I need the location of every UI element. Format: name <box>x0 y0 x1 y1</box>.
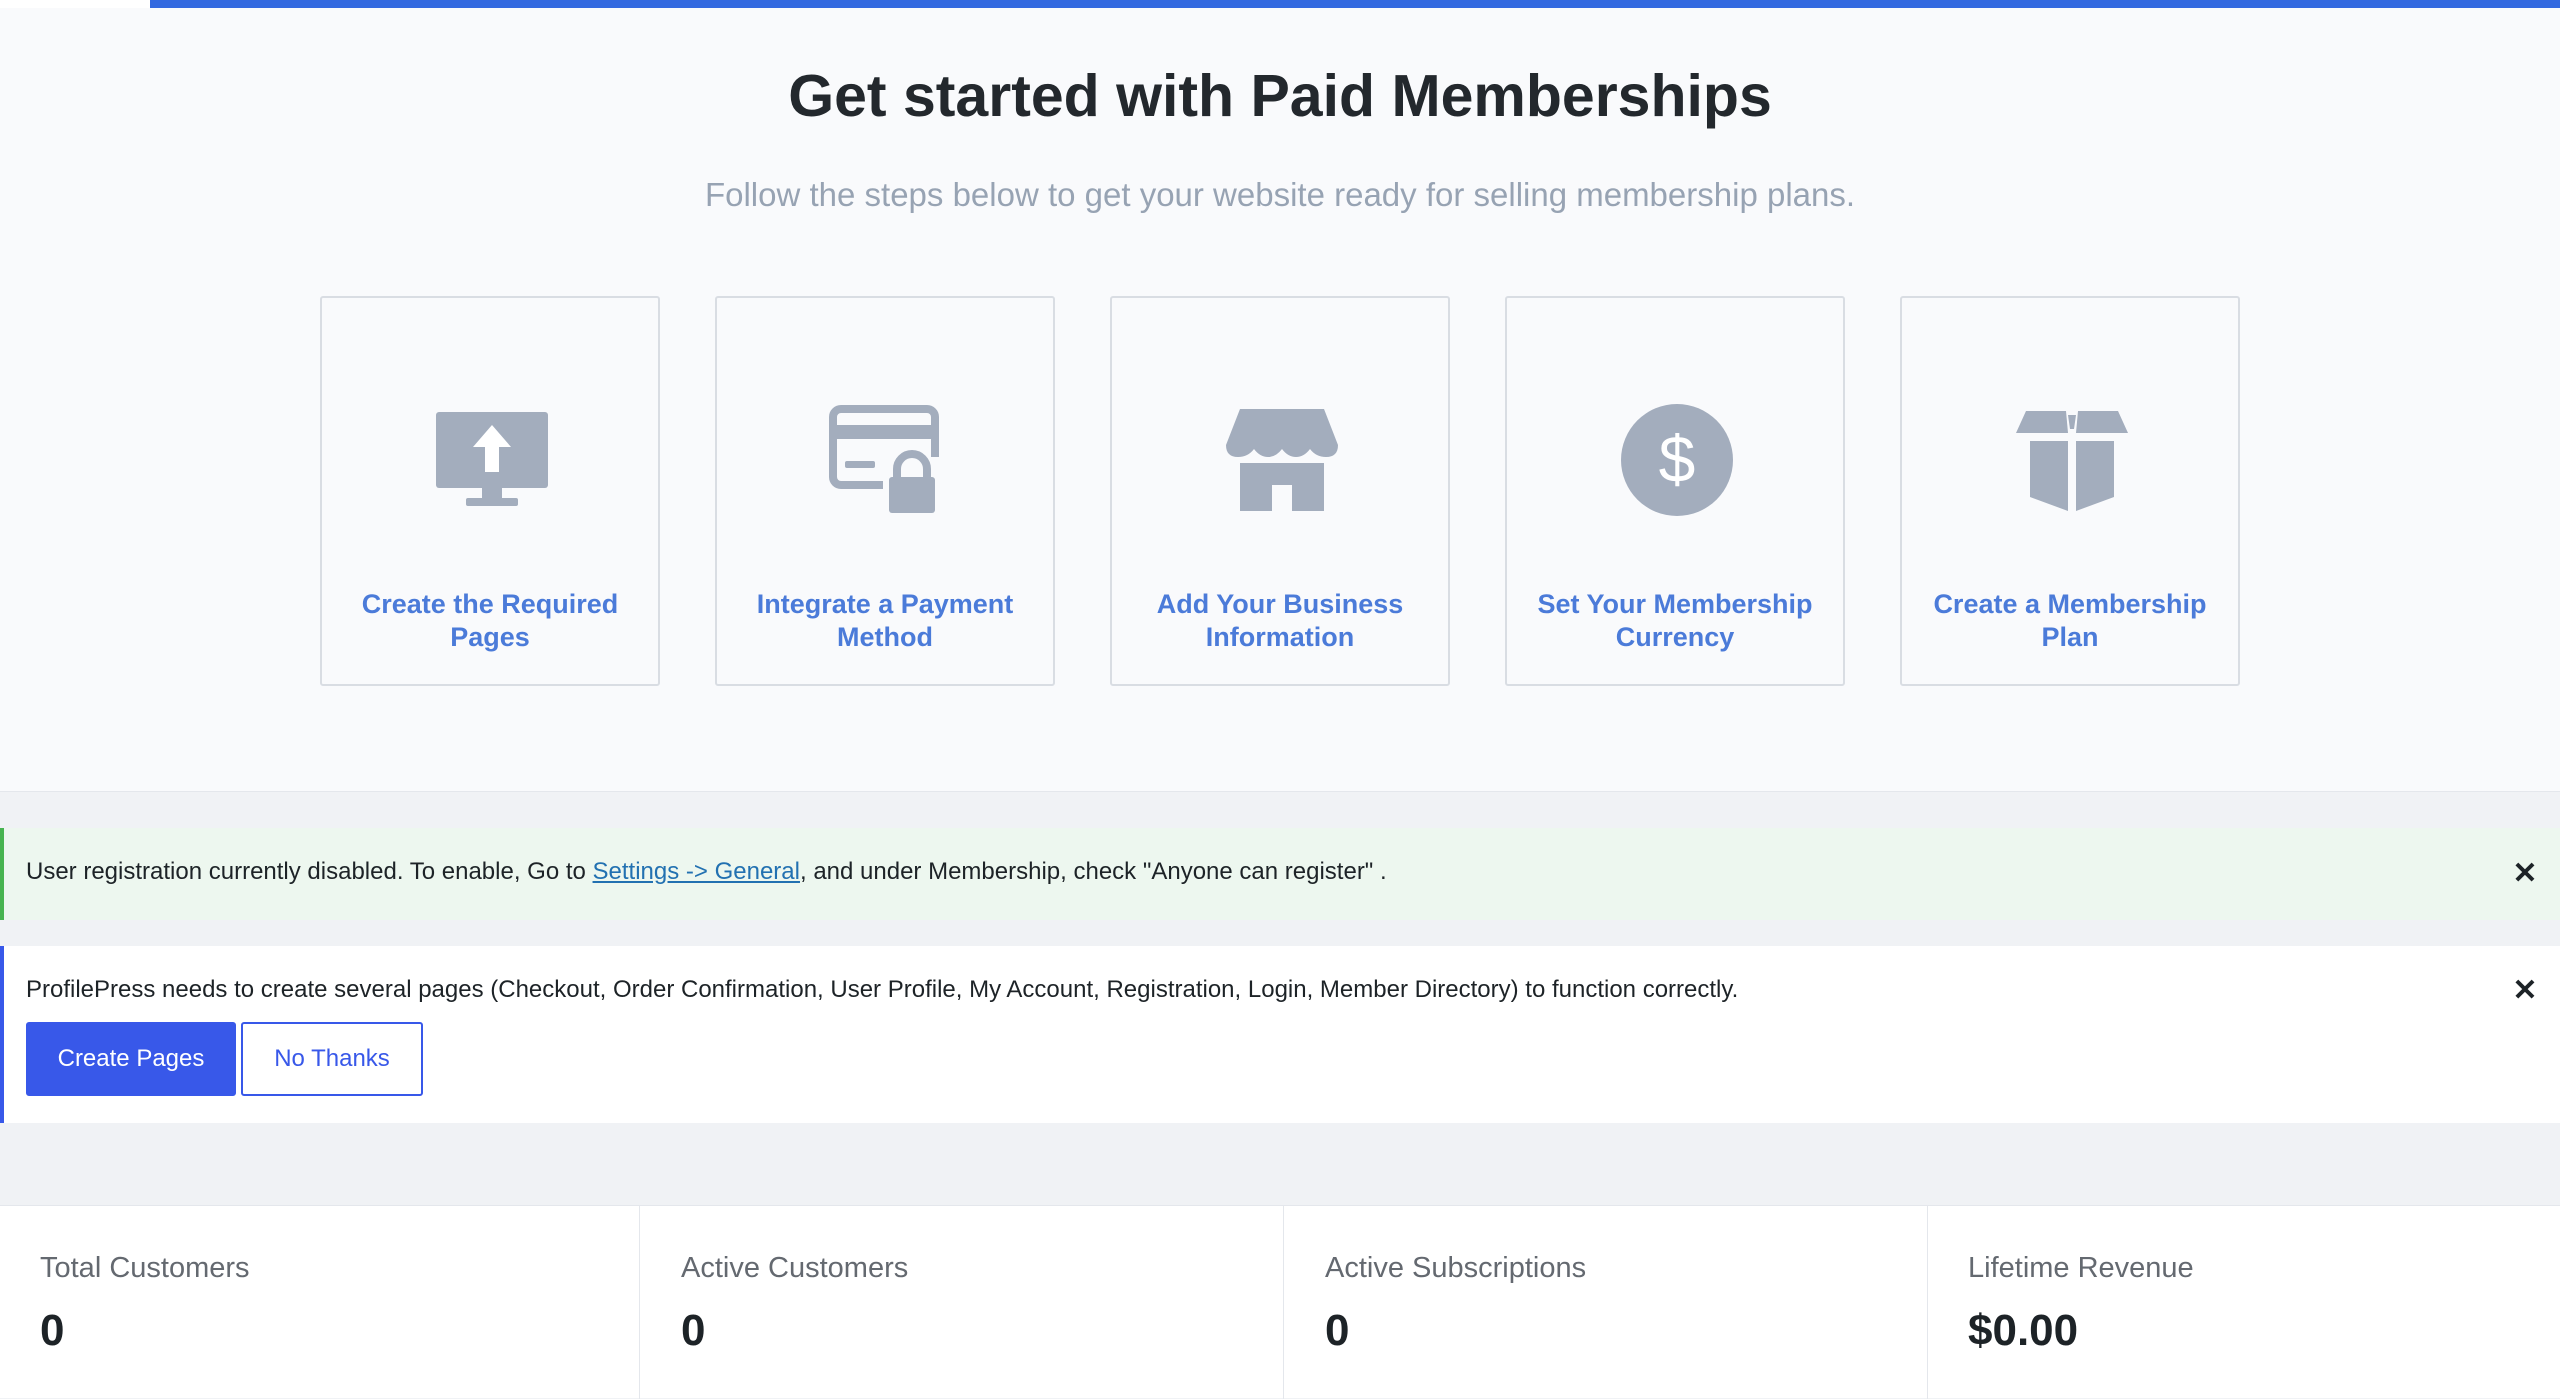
onboarding-steps: Create the Required Pages Integrate a Pa… <box>320 296 2240 686</box>
stat-lifetime-revenue: Lifetime Revenue $0.00 <box>1928 1206 2560 1399</box>
settings-general-link[interactable]: Settings -> General <box>593 858 800 885</box>
box-icon <box>2012 400 2132 520</box>
step-card-business-info[interactable]: Add Your Business Information <box>1110 296 1450 686</box>
svg-text:$: $ <box>1659 422 1696 496</box>
registration-disabled-notice: User registration currently disabled. To… <box>0 828 2560 920</box>
notice-text-after: , and under Membership, check "Anyone ca… <box>799 858 1387 885</box>
onboarding-progress-bar <box>0 0 2560 8</box>
step-label[interactable]: Set Your Membership Currency <box>1527 588 1823 654</box>
stat-value: 0 <box>40 1306 65 1355</box>
onboarding-progress-segment <box>0 0 150 8</box>
stat-active-subscriptions: Active Subscriptions 0 <box>1285 1206 1928 1399</box>
stat-label: Active Customers <box>681 1252 909 1284</box>
step-card-currency[interactable]: $ Set Your Membership Currency <box>1505 296 1845 686</box>
dollar-circle-icon: $ <box>1617 400 1737 520</box>
page-subtitle: Follow the steps below to get your websi… <box>704 176 1856 213</box>
stat-value: 0 <box>681 1306 706 1355</box>
create-pages-notice: ProfilePress needs to create several pag… <box>0 946 2560 1123</box>
notice-text-before: User registration currently disabled. To… <box>26 858 593 885</box>
close-icon[interactable]: ✕ <box>2508 974 2542 1008</box>
no-thanks-button[interactable]: No Thanks <box>241 1022 423 1096</box>
page-title: Get started with Paid Memberships <box>788 63 1772 129</box>
step-label[interactable]: Create the Required Pages <box>342 588 638 654</box>
stat-value: $0.00 <box>1968 1306 2079 1355</box>
step-card-membership-plan[interactable]: Create a Membership Plan <box>1900 296 2240 686</box>
stat-active-customers: Active Customers 0 <box>641 1206 1284 1399</box>
stat-value: 0 <box>1325 1306 1350 1355</box>
step-label[interactable]: Create a Membership Plan <box>1922 588 2218 654</box>
close-icon[interactable]: ✕ <box>2508 857 2542 891</box>
notice-message: User registration currently disabled. To… <box>26 858 1387 886</box>
stat-label: Total Customers <box>40 1252 250 1284</box>
onboarding-panel: Get started with Paid Memberships Follow… <box>0 8 2560 792</box>
create-pages-button[interactable]: Create Pages <box>26 1022 236 1096</box>
stat-label: Lifetime Revenue <box>1968 1252 2194 1284</box>
stats-summary: Total Customers 0 Active Customers 0 Act… <box>0 1205 2560 1399</box>
monitor-upload-icon <box>432 400 552 520</box>
step-card-payment-method[interactable]: Integrate a Payment Method <box>715 296 1055 686</box>
storefront-icon <box>1222 400 1342 520</box>
step-label[interactable]: Add Your Business Information <box>1132 588 1428 654</box>
step-card-create-pages[interactable]: Create the Required Pages <box>320 296 660 686</box>
step-label[interactable]: Integrate a Payment Method <box>737 588 1033 654</box>
credit-card-lock-icon <box>827 400 947 520</box>
stat-label: Active Subscriptions <box>1325 1252 1587 1284</box>
stat-total-customers: Total Customers 0 <box>0 1206 640 1399</box>
notice-message: ProfilePress needs to create several pag… <box>26 976 1739 1003</box>
